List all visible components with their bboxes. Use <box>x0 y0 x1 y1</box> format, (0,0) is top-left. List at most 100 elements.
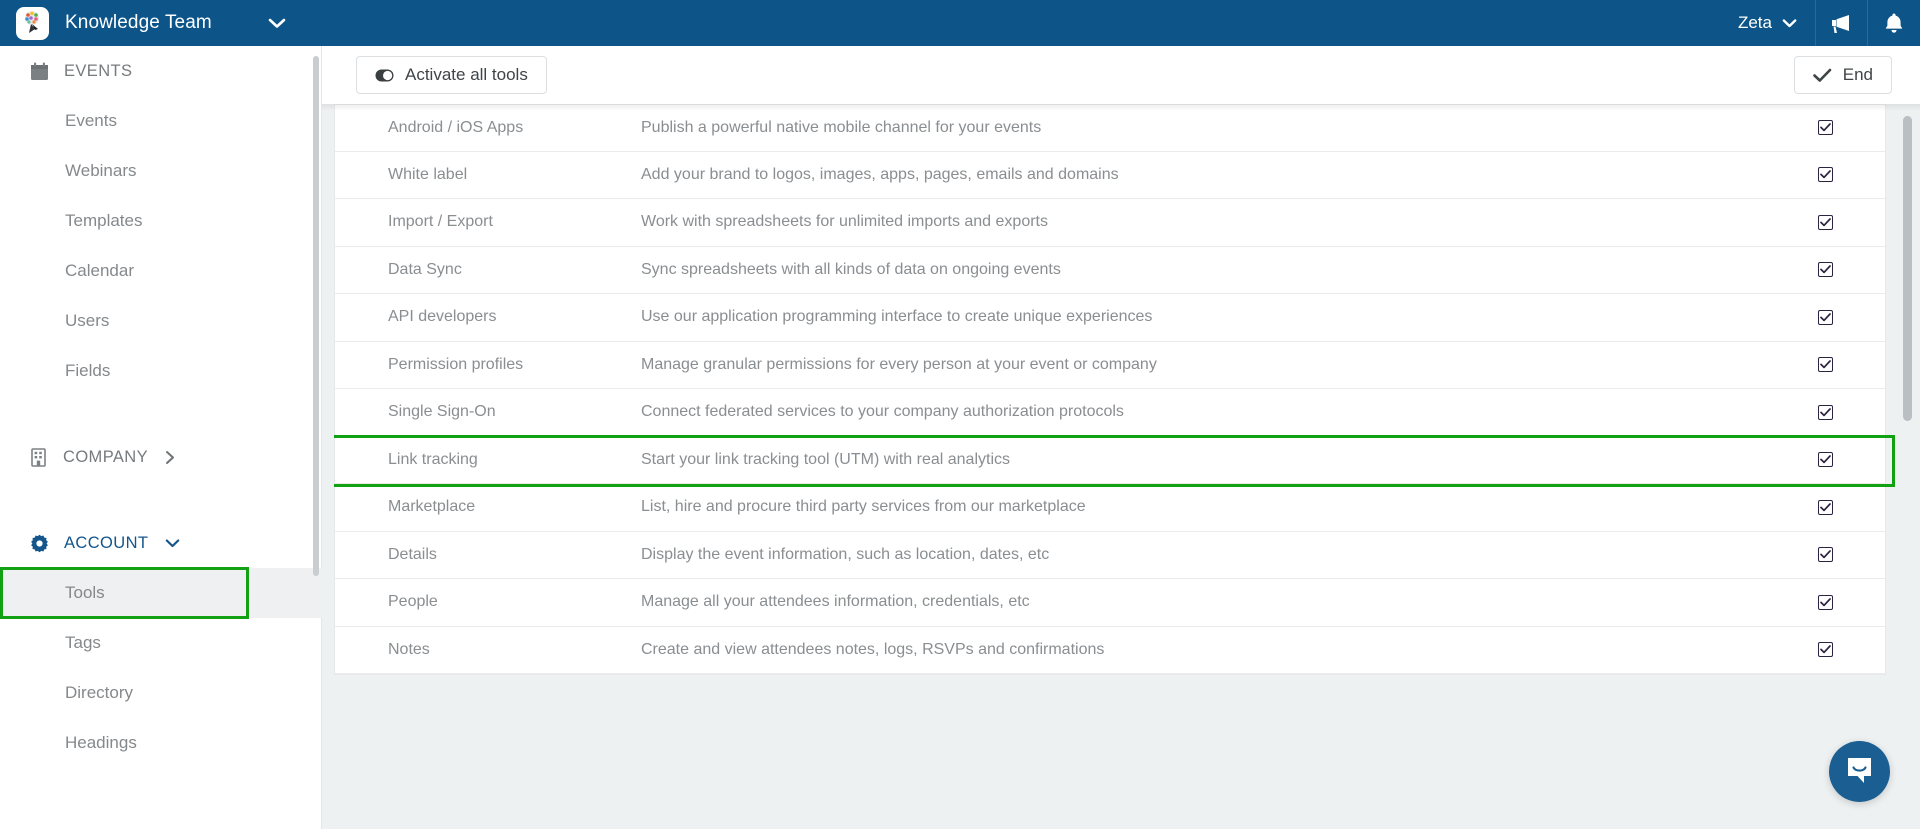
tool-enabled-cell[interactable] <box>1765 499 1885 515</box>
tool-name: Single Sign-On <box>388 403 496 421</box>
sidebar-item-events[interactable]: Events <box>0 96 322 146</box>
end-button[interactable]: End <box>1793 56 1892 94</box>
tool-description: Work with spreadsheets for unlimited imp… <box>641 213 1048 231</box>
table-row[interactable]: Data Sync Sync spreadsheets with all kind… <box>335 247 1885 294</box>
brand-zone[interactable]: Knowledge Team <box>0 0 322 46</box>
table-row[interactable]: Details Display the event information, su… <box>335 532 1885 579</box>
checked-checkbox-icon[interactable] <box>1817 594 1833 610</box>
checked-checkbox-icon[interactable] <box>1817 404 1833 420</box>
tool-enabled-cell[interactable] <box>1765 547 1885 563</box>
tool-description: Create and view attendees notes, logs, R… <box>641 640 1105 658</box>
tool-name: Android / iOS Apps <box>388 118 524 136</box>
chevron-down-icon <box>1782 13 1797 33</box>
tool-description: Manage all your attendees information, c… <box>641 593 1030 611</box>
sidebar-item-label: Users <box>65 311 110 330</box>
checked-checkbox-icon[interactable] <box>1817 214 1833 230</box>
table-row[interactable]: Android / iOS Apps Publish a powerful nat… <box>335 104 1885 152</box>
bell-icon[interactable] <box>1868 0 1920 46</box>
megaphone-icon[interactable] <box>1816 0 1868 46</box>
tool-description: Display the event information, such as l… <box>641 545 1050 563</box>
sidebar-group-account[interactable]: ACCOUNT <box>0 518 322 568</box>
tool-description: Add your brand to logos, images, apps, p… <box>641 165 1119 183</box>
sidebar-item-label: Events <box>65 111 117 130</box>
sidebar-item-label: Fields <box>65 361 111 380</box>
sidebar-item-webinars[interactable]: Webinars <box>0 146 322 196</box>
checked-checkbox-icon[interactable] <box>1817 499 1833 515</box>
tool-enabled-cell[interactable] <box>1765 309 1885 325</box>
sidebar-group-company[interactable]: COMPANY <box>0 432 322 482</box>
table-row[interactable]: Single Sign-On Connect federated services… <box>335 389 1885 437</box>
tool-enabled-cell[interactable] <box>1765 120 1885 136</box>
checked-checkbox-icon[interactable] <box>1817 309 1833 325</box>
checked-checkbox-icon[interactable] <box>1817 452 1833 468</box>
tool-description: Sync spreadsheets with all kinds of data… <box>641 260 1061 278</box>
tool-description: Manage granular permissions for every pe… <box>641 355 1157 373</box>
tool-name: Permission profiles <box>388 355 524 373</box>
tool-enabled-cell[interactable] <box>1765 167 1885 183</box>
sidebar-scroll-area: EVENTS Events Webinars Templates Calenda… <box>0 46 322 829</box>
sidebar-scrollbar[interactable] <box>313 56 319 576</box>
checked-checkbox-icon[interactable] <box>1817 262 1833 278</box>
table-row[interactable]: People Manage all your attendees informat… <box>335 579 1885 627</box>
sidebar-item-label: Tags <box>65 633 101 652</box>
table-row[interactable]: Notes Create and view attendees notes, lo… <box>335 627 1885 674</box>
topbar-right-group: Zeta <box>1720 0 1920 46</box>
table-row[interactable]: Marketplace List, hire and procure third … <box>335 484 1885 532</box>
sidebar-item-calendar[interactable]: Calendar <box>0 246 322 296</box>
sidebar-item-label: Templates <box>65 211 143 230</box>
tool-description: Connect federated services to your compa… <box>641 403 1124 421</box>
tool-description: Start your link tracking tool (UTM) with… <box>641 450 1010 468</box>
checked-checkbox-icon[interactable] <box>1817 120 1833 136</box>
end-button-label: End <box>1842 65 1873 84</box>
table-row[interactable]: Permission profiles Manage granular permi… <box>335 342 1885 389</box>
sidebar-item-users[interactable]: Users <box>0 296 322 346</box>
tool-enabled-cell[interactable] <box>1765 594 1885 610</box>
table-row[interactable]: White label Add your brand to logos, imag… <box>335 152 1885 199</box>
user-menu[interactable]: Zeta <box>1720 0 1816 46</box>
checked-checkbox-icon[interactable] <box>1817 547 1833 563</box>
table-row[interactable]: API developers Use our application progra… <box>335 294 1885 342</box>
chat-launcher-button[interactable] <box>1829 741 1890 802</box>
tool-enabled-cell[interactable] <box>1765 262 1885 278</box>
sidebar-group-events[interactable]: EVENTS <box>0 46 322 96</box>
table-row[interactable]: Import / Export Work with spreadsheets fo… <box>335 199 1885 247</box>
tool-description: Use our application programming interfac… <box>641 308 1153 326</box>
tool-enabled-cell[interactable] <box>1765 452 1885 468</box>
gear-icon <box>30 534 49 553</box>
sidebar-item-directory[interactable]: Directory <box>0 668 322 718</box>
brain-idea-logo-icon <box>16 6 49 40</box>
tool-name: API developers <box>388 308 497 326</box>
building-icon <box>30 447 48 467</box>
checked-checkbox-icon[interactable] <box>1817 357 1833 373</box>
tool-enabled-cell[interactable] <box>1765 214 1885 230</box>
tool-enabled-cell[interactable] <box>1765 357 1885 373</box>
activate-all-tools-button[interactable]: Activate all tools <box>356 56 547 94</box>
tool-name: Marketplace <box>388 498 476 516</box>
tools-table-wrapper: Android / iOS Apps Publish a powerful nat… <box>334 104 1898 829</box>
tool-description: List, hire and procure third party servi… <box>641 498 1086 516</box>
checked-checkbox-icon[interactable] <box>1817 167 1833 183</box>
tool-name: White label <box>388 165 468 183</box>
sidebar-item-templates[interactable]: Templates <box>0 196 322 246</box>
content-toolbar: Activate all tools End <box>322 46 1920 104</box>
toggle-switch-icon <box>375 69 394 82</box>
sidebar-item-tags[interactable]: Tags <box>0 618 322 668</box>
table-row[interactable]: Link tracking Start your link tracking to… <box>334 434 1895 487</box>
content-scrollbar[interactable] <box>1903 116 1912 421</box>
tool-name: Import / Export <box>388 213 493 231</box>
tool-name: Notes <box>388 640 430 658</box>
chevron-down-icon[interactable] <box>268 17 286 29</box>
checked-checkbox-icon[interactable] <box>1817 642 1833 658</box>
tool-name: Data Sync <box>388 260 462 278</box>
sidebar-group-label: COMPANY <box>63 447 149 466</box>
sidebar-item-label: Directory <box>65 683 134 702</box>
tool-description: Publish a powerful native mobile channel… <box>641 118 1042 136</box>
tool-enabled-cell[interactable] <box>1765 642 1885 658</box>
tool-name: Details <box>388 545 437 563</box>
sidebar-item-fields[interactable]: Fields <box>0 346 322 396</box>
sidebar-item-label: Calendar <box>65 261 134 280</box>
sidebar-item-tools[interactable]: Tools <box>0 568 322 618</box>
tool-enabled-cell[interactable] <box>1765 404 1885 420</box>
sidebar-item-headings[interactable]: Headings <box>0 718 322 768</box>
